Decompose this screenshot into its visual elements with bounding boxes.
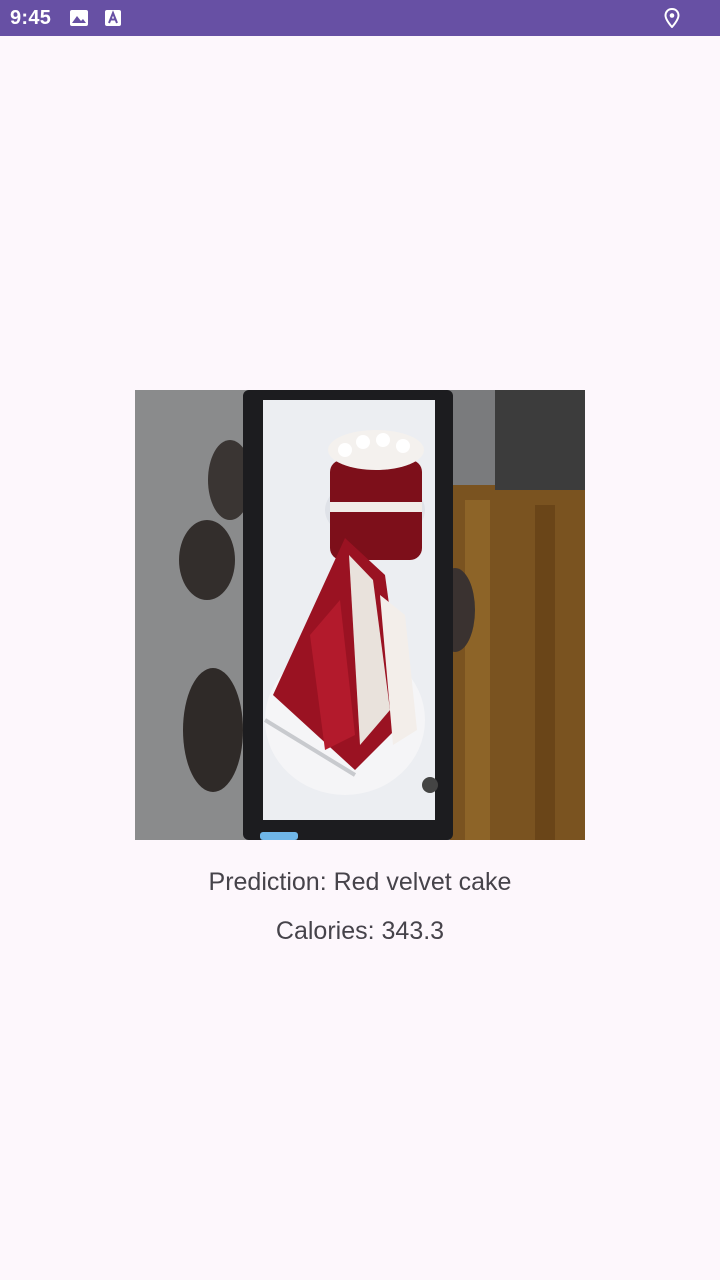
image-icon	[69, 8, 89, 28]
status-time: 9:45	[10, 6, 52, 29]
prediction-text: Prediction: Red velvet cake	[208, 868, 512, 896]
calories-text: Calories: 343.3	[275, 917, 445, 945]
status-bar: 9:45	[0, 0, 720, 36]
food-photo	[135, 390, 585, 840]
text-a-icon	[103, 8, 123, 28]
location-pin-icon	[662, 8, 682, 28]
main-content: Prediction: Red velvet cake Calories: 34…	[0, 36, 720, 1280]
